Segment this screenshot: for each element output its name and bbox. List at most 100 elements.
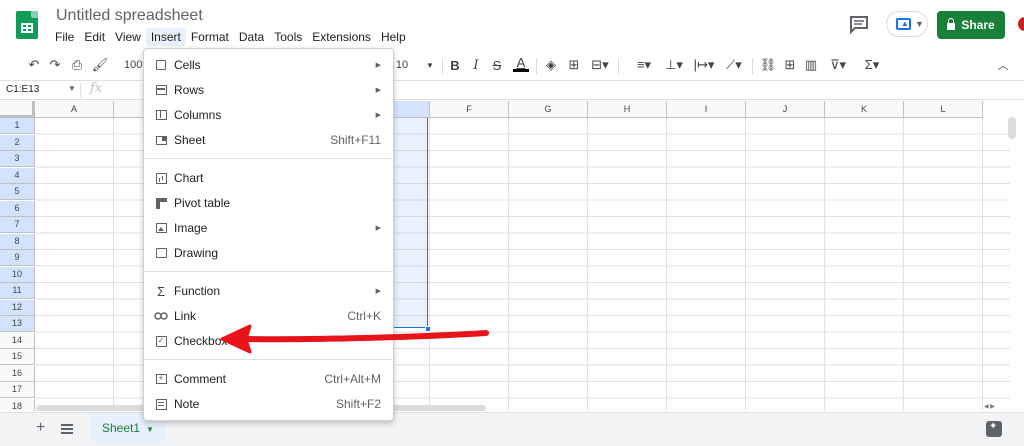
functions-icon[interactable]: Σ▾	[860, 56, 884, 74]
row-header-18[interactable]: 18	[0, 398, 35, 411]
row-header-7[interactable]: 7	[0, 217, 35, 233]
select-all-corner[interactable]	[0, 101, 35, 118]
row-header-17[interactable]: 17	[0, 382, 35, 398]
row-header-8[interactable]: 8	[0, 233, 35, 250]
insert-menu-item-function[interactable]: Σ Function ▶	[144, 279, 393, 303]
column-header-f[interactable]: F	[430, 101, 509, 118]
name-box[interactable]: C1:E13	[6, 84, 39, 95]
row-header-3[interactable]: 3	[0, 151, 35, 167]
present-button[interactable]: ▲ ▼	[886, 11, 928, 37]
vertical-align-icon[interactable]: ⊥▾	[662, 56, 686, 74]
vertical-scrollbar[interactable]	[1008, 117, 1016, 139]
column-header-l[interactable]: L	[904, 101, 983, 118]
scroll-arrows[interactable]: ◀ ▶	[984, 403, 1010, 412]
chevron-down-icon: ▼	[915, 19, 924, 29]
explore-icon[interactable]	[986, 421, 1002, 437]
insert-menu-item-chart[interactable]: Chart	[144, 166, 393, 190]
submenu-arrow-icon: ▶	[375, 288, 381, 295]
chevron-down-icon[interactable]: ▼	[146, 425, 154, 434]
row-header-10[interactable]: 10	[0, 266, 35, 283]
menu-insert[interactable]: Insert	[145, 28, 186, 46]
toolbar-divider	[752, 58, 753, 74]
menu-data[interactable]: Data	[234, 28, 269, 46]
selected-range[interactable]	[391, 118, 428, 328]
document-title[interactable]: Untitled spreadsheet	[56, 7, 203, 25]
menu-edit[interactable]: Edit	[79, 28, 110, 46]
row-header-15[interactable]: 15	[0, 349, 35, 365]
menu-view[interactable]: View	[110, 28, 146, 46]
bold-icon[interactable]: B	[448, 56, 462, 74]
insert-menu-item-pivot-table[interactable]: Pivot table	[144, 191, 393, 215]
column-header-a[interactable]: A	[35, 101, 114, 118]
text-rotation-icon[interactable]: ⟋▾	[722, 56, 746, 74]
font-size-input[interactable]: 10	[394, 56, 410, 74]
row-header-5[interactable]: 5	[0, 184, 35, 200]
selection-fill-handle[interactable]	[425, 326, 431, 332]
column-header-g[interactable]: G	[509, 101, 588, 118]
insert-menu-item-columns[interactable]: Columns ▶	[144, 103, 393, 127]
column-header-i[interactable]: I	[667, 101, 746, 118]
insert-chart-icon[interactable]: ▥	[803, 56, 819, 74]
name-box-dropdown-icon[interactable]: ▼	[68, 84, 76, 93]
zoom-select[interactable]: 100%	[124, 56, 144, 74]
text-wrapping-icon[interactable]: |↦▾	[692, 56, 716, 74]
row-header-9[interactable]: 9	[0, 250, 35, 266]
insert-menu-item-link[interactable]: Link Ctrl+K	[144, 304, 393, 328]
fill-color-icon[interactable]: ◈	[543, 56, 559, 74]
add-sheet-icon[interactable]: +	[36, 419, 45, 437]
row-header-4[interactable]: 4	[0, 167, 35, 184]
all-sheets-icon[interactable]	[61, 424, 73, 434]
insert-menu-item-cells[interactable]: Cells ▶	[144, 53, 393, 77]
print-icon[interactable]: ⎙	[68, 56, 86, 74]
menu-format[interactable]: Format	[186, 28, 234, 46]
undo-icon[interactable]: ↶	[26, 56, 42, 74]
avatar[interactable]	[1018, 17, 1024, 31]
menu-file[interactable]: File	[50, 28, 79, 46]
menu-tools[interactable]: Tools	[269, 28, 307, 46]
comments-icon[interactable]	[848, 14, 870, 34]
submenu-arrow-icon: ▶	[375, 87, 381, 94]
menu-extensions[interactable]: Extensions	[307, 28, 376, 46]
square-icon	[154, 58, 168, 72]
paint-format-icon[interactable]: 🖌	[92, 56, 109, 74]
row-header-2[interactable]: 2	[0, 134, 35, 151]
columns-icon	[154, 108, 168, 122]
insert-link-icon[interactable]: ⛓	[759, 56, 777, 74]
row-header-1[interactable]: 1	[0, 118, 35, 134]
insert-menu-item-note[interactable]: Note Shift+F2	[144, 392, 393, 416]
sheets-logo-icon[interactable]	[16, 11, 38, 39]
horizontal-align-icon[interactable]: ≡▾	[632, 56, 656, 74]
strikethrough-icon[interactable]: S	[490, 56, 504, 74]
row-header-16[interactable]: 16	[0, 365, 35, 382]
insert-menu-item-comment[interactable]: + Comment Ctrl+Alt+M	[144, 367, 393, 391]
insert-menu-item-image[interactable]: Image ▶	[144, 216, 393, 240]
insert-comment-icon[interactable]: ⊞	[782, 56, 798, 74]
italic-icon[interactable]: I	[469, 56, 483, 74]
merge-cells-icon[interactable]: ⊟▾	[590, 56, 610, 74]
text-color-icon[interactable]: A	[513, 55, 529, 72]
row-header-13[interactable]: 13	[0, 316, 35, 332]
font-size-dropdown-icon[interactable]: ▼	[425, 56, 435, 74]
insert-menu-item-rows[interactable]: Rows ▶	[144, 78, 393, 102]
insert-menu: Cells ▶ Rows ▶ Columns ▶ Sheet Shift+F11…	[143, 48, 394, 421]
row-header-14[interactable]: 14	[0, 332, 35, 349]
collapse-toolbar-icon[interactable]: ︿	[996, 56, 1010, 74]
redo-icon[interactable]: ↷	[47, 56, 63, 74]
insert-menu-item-checkbox[interactable]: ✓ Checkbox	[144, 329, 393, 353]
insert-menu-item-sheet[interactable]: Sheet Shift+F11	[144, 128, 393, 152]
pivot-table-icon	[154, 196, 168, 210]
borders-icon[interactable]: ⊞	[566, 56, 582, 74]
column-header-k[interactable]: K	[825, 101, 904, 118]
toolbar-divider	[536, 58, 537, 74]
menu-divider	[144, 158, 393, 159]
column-header-h[interactable]: H	[588, 101, 667, 118]
filter-icon[interactable]: ⊽▾	[826, 56, 850, 74]
row-header-12[interactable]: 12	[0, 299, 35, 316]
menu-help[interactable]: Help	[376, 28, 411, 46]
column-header-j[interactable]: J	[746, 101, 825, 118]
share-button[interactable]: Share	[937, 11, 1005, 39]
row-header-6[interactable]: 6	[0, 200, 35, 217]
lock-icon	[947, 18, 956, 30]
row-header-11[interactable]: 11	[0, 283, 35, 299]
insert-menu-item-drawing[interactable]: Drawing	[144, 241, 393, 265]
